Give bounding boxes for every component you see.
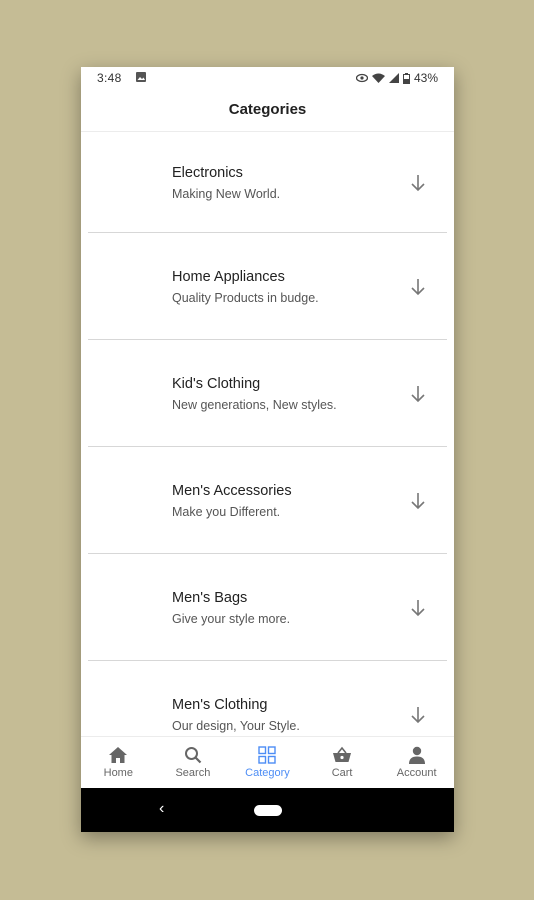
arrow-down-icon[interactable] <box>408 277 428 297</box>
signal-icon <box>388 73 399 83</box>
battery-icon <box>402 72 410 84</box>
category-item-home-appliances[interactable]: Home Appliances Quality Products in budg… <box>88 233 447 340</box>
home-pill-button[interactable] <box>254 805 282 816</box>
nav-account[interactable]: Account <box>379 737 454 789</box>
category-item-mens-clothing[interactable]: Men's Clothing Our design, Your Style. <box>88 661 447 736</box>
nav-label: Category <box>245 767 290 779</box>
arrow-down-icon[interactable] <box>408 598 428 618</box>
status-bar: 3:48 43% <box>81 67 454 89</box>
category-name: Kid's Clothing <box>172 376 261 392</box>
category-description: New generations, New styles. <box>172 398 337 412</box>
arrow-down-icon[interactable] <box>408 491 428 511</box>
arrow-down-icon[interactable] <box>408 173 428 193</box>
wifi-icon <box>371 73 385 83</box>
category-description: Make you Different. <box>172 505 281 519</box>
phone-screen: 3:48 43% Categories Electronics Making N… <box>81 67 454 832</box>
basket-icon <box>331 745 353 765</box>
bottom-navigation: Home Search Category Cart Account <box>81 736 454 789</box>
category-list: Electronics Making New World. Home Appli… <box>81 131 454 736</box>
person-icon <box>406 745 428 765</box>
category-description: Our design, Your Style. <box>172 719 300 733</box>
status-icons: 43% <box>355 71 438 85</box>
category-description: Give your style more. <box>172 612 291 626</box>
back-chevron-icon[interactable]: ‹ <box>159 800 164 818</box>
category-item-mens-accessories[interactable]: Men's Accessories Make you Different. <box>88 447 447 554</box>
category-item-electronics[interactable]: Electronics Making New World. <box>88 131 447 233</box>
nav-label: Home <box>103 767 133 779</box>
image-notification-icon <box>136 72 146 82</box>
search-icon <box>182 745 204 765</box>
home-icon <box>107 745 129 765</box>
nav-label: Account <box>396 767 437 779</box>
system-navigation-bar: ‹ <box>81 788 454 832</box>
arrow-down-icon[interactable] <box>408 705 428 725</box>
category-description: Making New World. <box>172 187 281 201</box>
nav-category[interactable]: Category <box>230 737 305 789</box>
category-name: Men's Bags <box>172 590 248 606</box>
category-item-kids-clothing[interactable]: Kid's Clothing New generations, New styl… <box>88 340 447 447</box>
category-description: Quality Products in budge. <box>172 291 319 305</box>
battery-percent: 43% <box>413 71 438 85</box>
eye-icon <box>355 73 368 83</box>
category-item-mens-bags[interactable]: Men's Bags Give your style more. <box>88 554 447 661</box>
app-header: Categories <box>81 89 454 132</box>
grid-icon <box>256 745 278 765</box>
category-name: Men's Clothing <box>172 697 268 713</box>
arrow-down-icon[interactable] <box>408 384 428 404</box>
page-title: Categories <box>228 101 307 118</box>
category-name: Home Appliances <box>172 269 285 285</box>
status-time: 3:48 <box>97 71 122 85</box>
nav-search[interactable]: Search <box>156 737 231 789</box>
nav-cart[interactable]: Cart <box>305 737 380 789</box>
category-name: Men's Accessories <box>172 483 292 499</box>
category-name: Electronics <box>172 165 243 181</box>
nav-label: Search <box>175 767 211 779</box>
nav-home[interactable]: Home <box>81 737 156 789</box>
nav-label: Cart <box>331 767 353 779</box>
